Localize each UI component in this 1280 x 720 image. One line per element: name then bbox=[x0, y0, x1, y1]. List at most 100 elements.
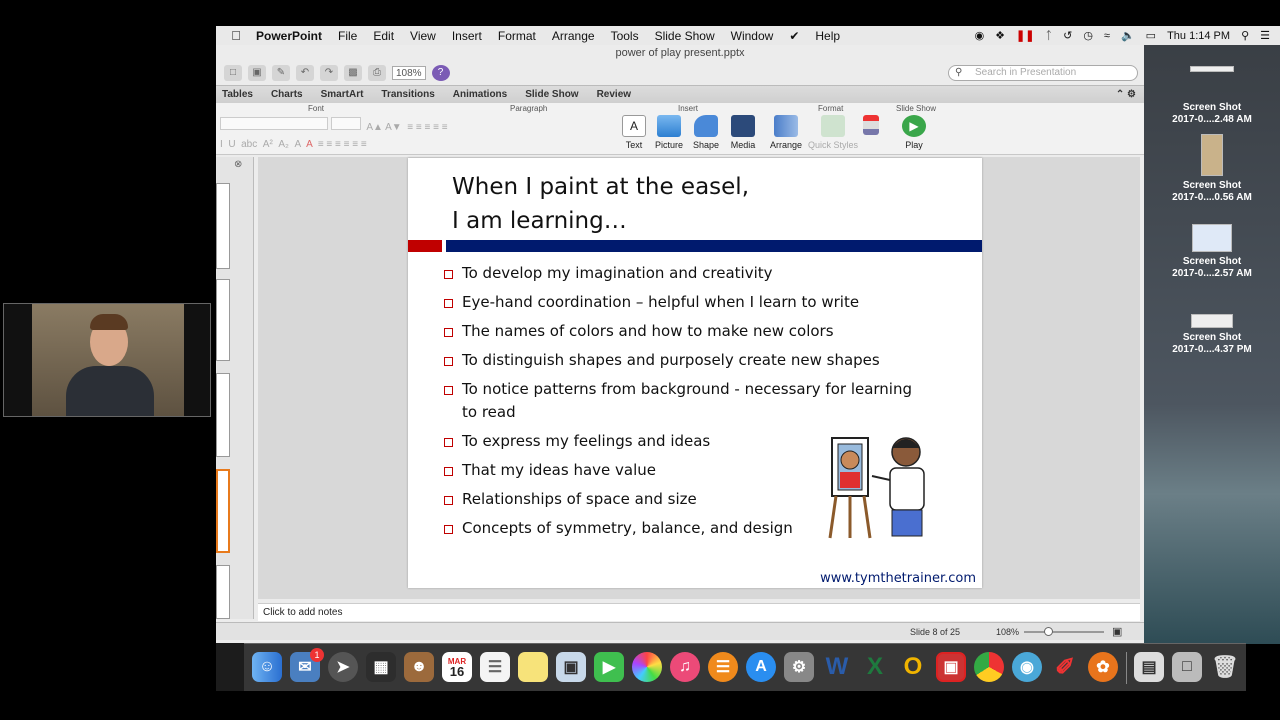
documents-stack-icon[interactable]: ▤ bbox=[1134, 652, 1164, 682]
menu-format[interactable]: Format bbox=[490, 29, 544, 43]
desktop-file-5[interactable]: Screen Shot 2017-0....4.37 PM bbox=[1144, 314, 1280, 356]
apple-icon[interactable]:  bbox=[216, 28, 256, 43]
acrobat-icon[interactable]: ✐ bbox=[1050, 652, 1080, 682]
font-paragraph-controls[interactable]: A▲ A▼ ≡ ≡ ≡ ≡ ≡ I U abc A² A₂ A A ≡ ≡ ≡ … bbox=[220, 117, 610, 150]
status-icon[interactable]: ◉ bbox=[975, 29, 985, 42]
bluetooth-icon[interactable]: ᛏ bbox=[1045, 30, 1052, 42]
tab-smartart[interactable]: SmartArt bbox=[315, 89, 376, 100]
zoom-select[interactable]: 108% bbox=[392, 66, 426, 80]
excel-icon[interactable]: X bbox=[860, 652, 890, 682]
menu-tools[interactable]: Tools bbox=[603, 29, 647, 43]
spotlight-icon[interactable]: ⚲ bbox=[1241, 29, 1249, 42]
itunes-icon[interactable]: ♫ bbox=[670, 652, 700, 682]
desktop-file-3[interactable]: Screen Shot 2017-0....0.56 AM bbox=[1144, 134, 1280, 204]
new-slide-icon[interactable]: ▩ bbox=[344, 65, 362, 81]
menu-view[interactable]: View bbox=[402, 29, 444, 43]
menu-edit[interactable]: Edit bbox=[365, 29, 402, 43]
slide-canvas[interactable]: When I paint at the easel, I am learning… bbox=[408, 158, 982, 588]
new-icon[interactable]: □ bbox=[224, 65, 242, 81]
clock[interactable]: Thu 1:14 PM bbox=[1167, 30, 1230, 42]
launchpad-icon[interactable]: ➤ bbox=[328, 652, 358, 682]
menu-app-name[interactable]: PowerPoint bbox=[256, 29, 330, 43]
insert-picture-button[interactable]: Picture bbox=[649, 115, 689, 150]
desktop-file-4[interactable]: Screen Shot 2017-0....2.57 AM bbox=[1144, 224, 1280, 280]
reminders-icon[interactable]: ☰ bbox=[480, 652, 510, 682]
print-icon[interactable]: ⎙ bbox=[368, 65, 386, 81]
script-icon[interactable]: ✔ bbox=[781, 29, 807, 43]
menu-window[interactable]: Window bbox=[723, 29, 782, 43]
facetime-icon[interactable]: ▶ bbox=[594, 652, 624, 682]
zoom-slider[interactable] bbox=[1024, 631, 1104, 633]
contacts-icon[interactable]: ☻ bbox=[404, 652, 434, 682]
menu-slideshow[interactable]: Slide Show bbox=[647, 29, 723, 43]
close-pane-icon[interactable]: ⊗ bbox=[234, 159, 242, 170]
trash-icon[interactable]: 🗑 bbox=[1210, 652, 1240, 682]
play-button[interactable]: ▶ Play bbox=[894, 115, 934, 150]
insert-text-button[interactable]: A Text bbox=[614, 115, 654, 150]
slide-thumbnail[interactable] bbox=[216, 183, 230, 269]
tab-slideshow[interactable]: Slide Show bbox=[519, 89, 590, 100]
desktop-file-2[interactable]: Screen Shot 2017-0....2.48 AM bbox=[1144, 102, 1280, 126]
zoom-slider-knob[interactable] bbox=[1044, 627, 1053, 636]
powerpoint-active-icon[interactable]: ▣ bbox=[936, 652, 966, 682]
calendar-icon[interactable]: MAR 16 bbox=[442, 652, 472, 682]
dock: ☺ ✉ 1 ➤ ▦ ☻ MAR 16 ☰ ▣ ▶ ♫ ☰ A ⚙ W X O ▣ … bbox=[244, 643, 1246, 691]
recording-icon[interactable]: ❚❚ bbox=[1016, 29, 1034, 42]
volume-icon[interactable]: 🔈 bbox=[1121, 29, 1135, 42]
menu-insert[interactable]: Insert bbox=[444, 29, 490, 43]
child-painting-clipart bbox=[828, 437, 925, 539]
insert-media-button[interactable]: Media bbox=[723, 115, 763, 150]
word-icon[interactable]: W bbox=[822, 652, 852, 682]
ribbon-tabs: Tables Charts SmartArt Transitions Anima… bbox=[216, 85, 1144, 103]
notes-icon[interactable] bbox=[518, 652, 548, 682]
ribbon-options-icon[interactable]: ⌃ ⚙ bbox=[1116, 89, 1144, 100]
tab-transitions[interactable]: Transitions bbox=[375, 89, 446, 100]
wifi-icon[interactable]: ≈ bbox=[1104, 30, 1110, 42]
flower-app-icon[interactable]: ✿ bbox=[1088, 652, 1118, 682]
notes-field[interactable]: Click to add notes bbox=[258, 603, 1140, 621]
sync-icon[interactable]: ◷ bbox=[1083, 29, 1093, 42]
search-placeholder: Search in Presentation bbox=[975, 67, 1077, 78]
search-input[interactable]: ⚲ Search in Presentation bbox=[948, 65, 1138, 81]
quick-styles-button[interactable]: Quick Styles bbox=[808, 115, 858, 150]
screenshot-thumbnail bbox=[1191, 314, 1233, 328]
downloads-stack-icon[interactable]: □ bbox=[1172, 652, 1202, 682]
menu-arrange[interactable]: Arrange bbox=[544, 29, 603, 43]
tab-review[interactable]: Review bbox=[591, 89, 643, 100]
fill-color-button[interactable] bbox=[856, 115, 886, 138]
slide-thumbnail[interactable] bbox=[216, 565, 230, 619]
slide-thumbnail[interactable] bbox=[216, 373, 230, 457]
slide-title[interactable]: When I paint at the easel, I am learning… bbox=[452, 170, 932, 238]
photos-icon[interactable] bbox=[632, 652, 662, 682]
paste-icon[interactable]: ▣ bbox=[248, 65, 266, 81]
fit-to-window-icon[interactable]: ▣ bbox=[1112, 625, 1122, 638]
desktop-file-1[interactable] bbox=[1144, 66, 1280, 76]
chrome-icon[interactable] bbox=[974, 652, 1004, 682]
format-painter-icon[interactable]: ✎ bbox=[272, 65, 290, 81]
tab-animations[interactable]: Animations bbox=[447, 89, 519, 100]
help-icon[interactable]: ? bbox=[431, 65, 450, 81]
menu-file[interactable]: File bbox=[330, 29, 365, 43]
notification-center-icon[interactable]: ☰ bbox=[1260, 29, 1270, 42]
insert-shape-button[interactable]: Shape bbox=[686, 115, 726, 150]
time-machine-icon[interactable]: ↺ bbox=[1063, 29, 1072, 42]
undo-icon[interactable]: ↶ bbox=[296, 65, 314, 81]
dashboard-icon[interactable]: ▦ bbox=[366, 652, 396, 682]
slide-thumbnail-selected[interactable] bbox=[216, 469, 230, 553]
network-globe-icon[interactable]: ◉ bbox=[1012, 652, 1042, 682]
finder-icon[interactable]: ☺ bbox=[252, 652, 282, 682]
preview-icon[interactable]: ▣ bbox=[556, 652, 586, 682]
list-item: To notice patterns from background - nec… bbox=[444, 378, 924, 424]
tab-charts[interactable]: Charts bbox=[265, 89, 315, 100]
tab-tables[interactable]: Tables bbox=[216, 89, 265, 100]
outlook-icon[interactable]: O bbox=[898, 652, 928, 682]
dropbox-icon[interactable]: ❖ bbox=[995, 29, 1005, 42]
app-store-icon[interactable]: A bbox=[746, 652, 776, 682]
slide-thumbnail[interactable] bbox=[216, 279, 230, 361]
ibooks-icon[interactable]: ☰ bbox=[708, 652, 738, 682]
redo-icon[interactable]: ↷ bbox=[320, 65, 338, 81]
battery-icon[interactable]: ▭ bbox=[1146, 29, 1156, 42]
system-preferences-icon[interactable]: ⚙ bbox=[784, 652, 814, 682]
menu-help[interactable]: Help bbox=[807, 29, 848, 43]
arrange-button[interactable]: Arrange bbox=[766, 115, 806, 150]
